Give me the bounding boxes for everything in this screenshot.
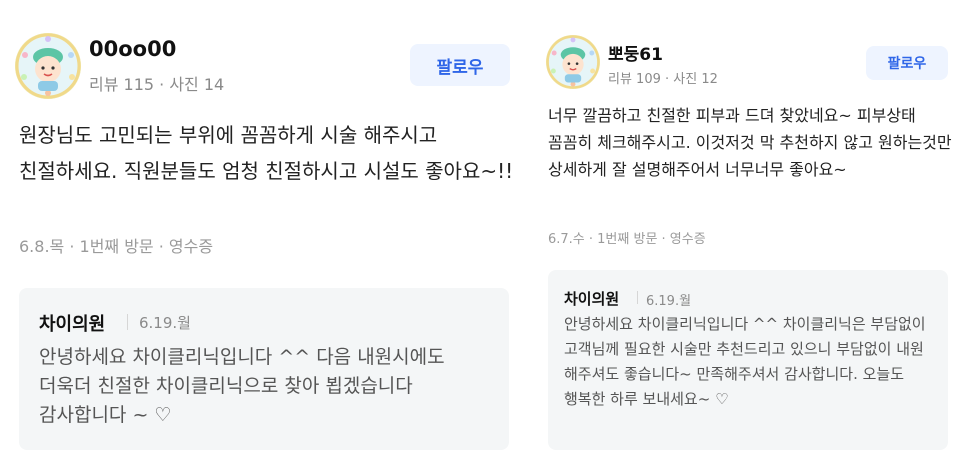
- user-avatar[interactable]: [15, 33, 81, 99]
- reply-divider: [127, 314, 128, 330]
- owner-reply: 차이의원 6.19.월 안녕하세요 차이클리닉입니다 ^^ 차이클리닉은 부담없…: [548, 270, 948, 450]
- reply-author: 차이의원: [564, 290, 620, 308]
- owner-reply: 차이의원 6.19.월 안녕하세요 차이클리닉입니다 ^^ 다음 내원시에도 더…: [19, 288, 509, 450]
- reply-divider: [637, 291, 638, 304]
- user-avatar[interactable]: [546, 35, 600, 89]
- avatar-character-icon: [546, 35, 600, 89]
- follow-button[interactable]: 팔로우: [866, 46, 948, 80]
- reply-date: 6.19.월: [139, 314, 191, 332]
- visit-info: 6.8.목 · 1번째 방문 · 영수증: [19, 237, 214, 256]
- review-card: 뽀둥61 리뷰 109 · 사진 12 팔로우 너무 깔끔하고 친절한 피부과 …: [530, 0, 966, 472]
- user-meta: 리뷰 109 · 사진 12: [608, 72, 718, 87]
- reply-date: 6.19.월: [646, 294, 692, 309]
- reply-text: 안녕하세요 차이클리닉입니다 ^^ 다음 내원시에도 더욱더 친절한 차이클리닉…: [39, 346, 445, 426]
- review-body: 원장님도 고민되는 부위에 꼼꼼하게 시술 해주시고 친절하세요. 직원분들도 …: [19, 123, 514, 183]
- reply-text: 안녕하세요 차이클리닉입니다 ^^ 차이클리닉은 부담없이 고객님께 필요한 시…: [564, 315, 926, 408]
- avatar-character-icon: [15, 33, 81, 99]
- reply-author: 차이의원: [39, 314, 106, 335]
- user-meta: 리뷰 115 · 사진 14: [89, 75, 225, 94]
- review-body: 너무 깔끔하고 친절한 피부과 드뎌 찾았네요~ 피부상태 꼼꼼히 체크해주시고…: [548, 106, 952, 179]
- user-name[interactable]: 00oo00: [89, 37, 176, 61]
- user-name[interactable]: 뽀둥61: [608, 40, 663, 65]
- follow-button[interactable]: 팔로우: [410, 44, 510, 86]
- review-card: 00oo00 리뷰 115 · 사진 14 팔로우 원장님도 고민되는 부위에 …: [0, 0, 530, 472]
- visit-info: 6.7.수 · 1번째 방문 · 영수증: [548, 232, 706, 247]
